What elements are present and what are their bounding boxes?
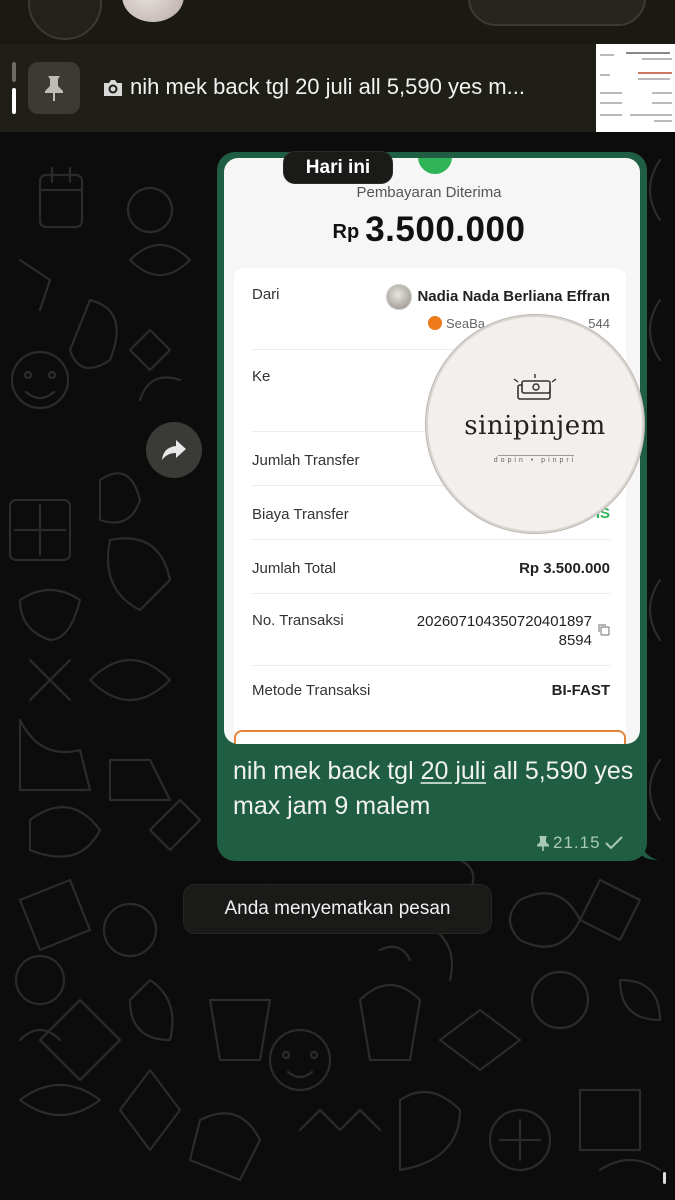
copy-icon[interactable] [598,624,610,636]
message-time: 21.15 [553,833,601,852]
bank-logo-icon [428,316,442,330]
pinned-message-text: nih mek back tgl 20 juli all 5,590 yes m… [130,74,525,99]
receipt-action-button [234,730,626,744]
scrollbar[interactable] [663,1172,666,1184]
camera-icon [104,80,122,96]
money-stack-icon [513,374,557,400]
sent-check-icon [604,836,623,850]
message-meta: 21.15 [536,832,623,854]
date-separator: Hari ini [283,151,393,184]
pinned-message-bar[interactable]: nih mek back tgl 20 juli all 5,590 yes m… [0,44,675,132]
pin-icon[interactable] [28,62,80,114]
bubble-tail [640,838,658,860]
pinned-pin-icon [537,836,549,851]
system-message: Anda menyematkan pesan [183,884,492,934]
sender-avatar [386,284,412,310]
row-transaction-no: No. Transaksi 20260710435072040189​7 859… [252,594,610,666]
watermark-brand: sinipinjem [464,411,606,441]
row-total: Jumlah Total Rp 3.500.000 [252,540,610,594]
receipt-title: Pembayaran Diterima [356,184,502,201]
forward-button[interactable] [146,422,202,478]
receipt-amount: Rp 3.500.000 [332,210,526,249]
sinipinjem-watermark: sinipinjem dopin • pinpri [426,315,644,533]
message-text[interactable]: nih mek back tgl 20 juli all 5,590 yes m… [233,754,638,824]
watermark-tagline: dopin • pinpri [493,457,577,464]
forward-icon [162,440,186,460]
chat-header [0,0,675,44]
date-link[interactable]: 20 juli [421,757,486,785]
pinned-thumbnail[interactable] [596,44,675,132]
success-check-icon [418,158,452,174]
contact-avatar[interactable] [122,0,184,22]
back-button[interactable] [28,0,102,40]
call-buttons[interactable] [468,0,646,26]
pinned-indicator [12,62,16,114]
transaction-number: 20260710435072040189​7 [416,613,592,630]
row-method: Metode Transaksi BI-FAST [252,682,610,699]
